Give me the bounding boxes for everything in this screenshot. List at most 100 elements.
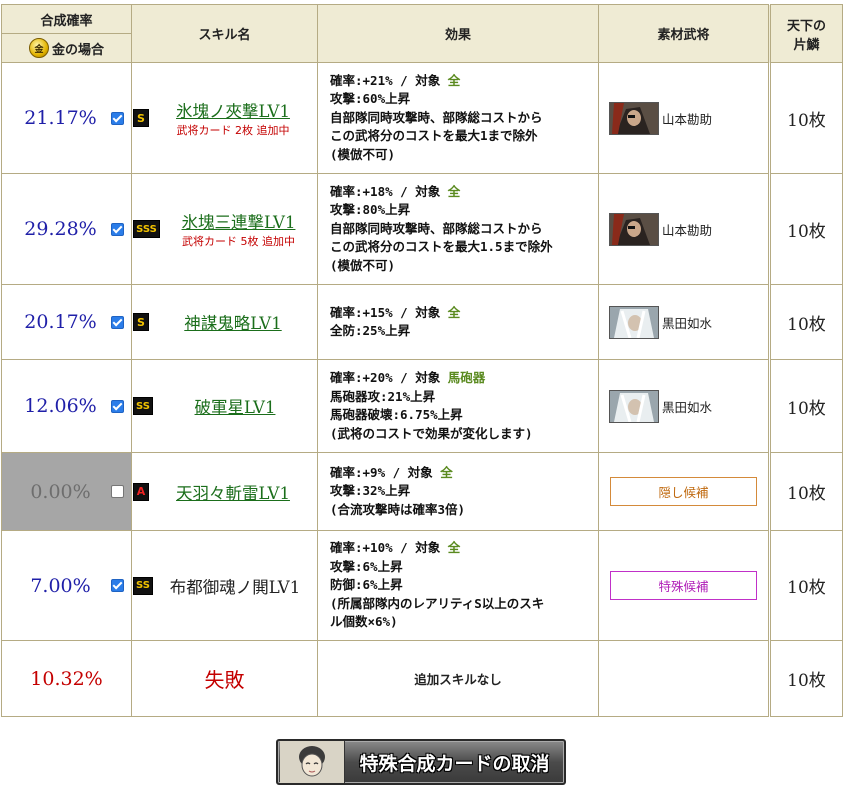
effect-line-rate: 確率:+18% / 対象 全 (330, 183, 598, 202)
effect-rate-text: 確率:+10% / 対象 (330, 540, 448, 556)
skill-checkbox[interactable] (111, 485, 124, 498)
skill-row: 0.00% A 天羽々斬雷LV1 確率:+9% / 対象 全攻撃:32%上昇 (合流攻撃… (1, 452, 843, 531)
material-cell: 山本勘助 (598, 62, 771, 174)
rate-cell: 12.06% (1, 359, 132, 453)
effect-cell: 確率:+9% / 対象 全攻撃:32%上昇 (合流攻撃時は確率3倍) (317, 452, 599, 531)
effect-header: 効果 (317, 4, 599, 63)
gold-case-header: 金 金の場合 (1, 33, 132, 63)
skill-cell: SS 布都御魂ノ閧LV1 (131, 530, 318, 641)
rate-cell: 7.00% (1, 530, 132, 641)
material-cell: 特殊候補 (598, 530, 771, 641)
rank-a-icon: A (133, 482, 149, 501)
scale-count: 10枚 (769, 640, 843, 717)
effect-line: 攻撃:6%上昇 (330, 558, 403, 574)
effect-rate-text: 確率:+15% / 対象 (330, 304, 448, 320)
effect-cell: 確率:+10% / 対象 全攻撃:6%上昇 防御:6%上昇 (所属部隊内のレアリティ… (317, 530, 599, 641)
rank-ss-icon: SS (133, 576, 153, 595)
skill-row: 29.28% SSS 氷塊三連撃LV1 武将カード 5枚 追加中 確率:+18% / 対… (1, 173, 843, 285)
skill-cell: SS 破軍星LV1 (131, 359, 318, 453)
effect-target: 馬砲器 (447, 370, 486, 385)
effect-rate-text: 確率:+18% / 対象 (330, 183, 448, 199)
skill-checkbox[interactable] (111, 222, 124, 236)
effect-cell: 確率:+18% / 対象 全攻撃:80%上昇 自部隊同時攻撃時、部隊総コストからこ… (317, 173, 599, 285)
effect-line-rate: 確率:+10% / 対象 全 (330, 539, 598, 558)
skill-cell: S 神謀鬼略LV1 (131, 284, 318, 360)
material-general-name: 山本勘助 (662, 111, 713, 127)
general-portrait-icon (609, 212, 659, 246)
material-general-name: 黒田如水 (662, 399, 713, 415)
scale-count: 10枚 (769, 62, 843, 174)
effect-target: 全 (447, 540, 461, 556)
general-portrait-icon (609, 305, 659, 339)
effect-rate-text: 確率:+20% / 対象 (330, 370, 448, 385)
skill-cell: A 天羽々斬雷LV1 (131, 452, 318, 531)
no-extra-skill-text: 追加スキルなし (317, 640, 599, 717)
rate-value: 7.00% (30, 574, 91, 597)
skill-checkbox[interactable] (111, 315, 124, 329)
effect-line: (模倣不可) (330, 146, 396, 162)
scale-count: 10枚 (769, 530, 843, 641)
effect-line: 攻撃:80%上昇 (330, 202, 411, 218)
rate-value: 0.00% (30, 480, 91, 503)
material-general-name: 黒田如水 (662, 315, 713, 331)
skill-cell: S 氷塊ノ夾撃LV1 武将カード 2枚 追加中 (131, 62, 318, 174)
skill-name-header: スキル名 (131, 4, 318, 63)
effect-target: 全 (447, 183, 461, 199)
material-cell: 隠し候補 (598, 452, 771, 531)
skill-row: 20.17% S 神謀鬼略LV1 確率:+15% / 対象 全全防:25%上昇 黒田如水… (1, 284, 843, 360)
effect-line: 馬砲器破壊:6.75%上昇 (330, 407, 463, 422)
fail-label: 失敗 (131, 640, 318, 717)
skill-name-link[interactable]: 神謀鬼略LV1 (149, 310, 317, 334)
effect-line: (武将のコストで効果が変化します) (330, 425, 533, 441)
material-general-name: 山本勘助 (662, 222, 713, 238)
rank-sss-icon: SSS (133, 220, 160, 238)
skill-checkbox[interactable] (111, 111, 124, 125)
skill-name-link[interactable]: 氷塊ノ夾撃LV1 (149, 98, 317, 122)
rate-cell: 20.17% (1, 284, 132, 360)
effect-line: ル個数×6%) (330, 614, 398, 630)
skill-name-link[interactable]: 天羽々斬雷LV1 (149, 480, 317, 504)
skill-name-link: 布都御魂ノ閧LV1 (169, 577, 301, 597)
effect-line: (合流攻撃時は確率3倍) (330, 501, 466, 517)
rank-s-icon: S (133, 109, 149, 127)
effect-target: 全 (447, 304, 461, 320)
effect-line: 自部隊同時攻撃時、部隊総コストから (330, 109, 543, 125)
cancel-button-label: 特殊合成カードの取消 (359, 752, 550, 775)
skill-name-link[interactable]: 氷塊三連撃LV1 (160, 209, 317, 233)
skill-row: 21.17% S 氷塊ノ夾撃LV1 武将カード 2枚 追加中 確率:+21% / 対象 … (1, 62, 843, 174)
effect-line-rate: 確率:+9% / 対象 全 (330, 464, 598, 483)
effect-rate-text: 確率:+21% / 対象 (330, 72, 448, 88)
skill-checkbox[interactable] (111, 399, 124, 413)
rate-value: 12.06% (24, 395, 97, 417)
skill-row: 12.06% SS 破軍星LV1 確率:+20% / 対象 馬砲器 馬砲器攻:21%上昇… (1, 359, 843, 453)
rate-cell: 29.28% (1, 173, 132, 285)
material-header: 素材武将 (598, 4, 771, 63)
cancel-special-card-button[interactable]: 特殊合成カードの取消 (276, 739, 566, 785)
skill-name-link[interactable]: 破軍星LV1 (153, 394, 317, 418)
special-candidate-button[interactable]: 特殊候補 (610, 571, 757, 600)
material-cell: 山本勘助 (598, 173, 771, 285)
effect-line-rate: 確率:+20% / 対象 馬砲器 (330, 369, 598, 388)
scale-count: 10枚 (769, 173, 843, 285)
effect-target: 全 (440, 464, 453, 480)
effect-rate-text: 確率:+9% / 対象 (330, 464, 441, 480)
effect-line: 防御:6%上昇 (330, 577, 403, 593)
skill-checkbox[interactable] (111, 579, 124, 592)
rate-value: 29.28% (24, 218, 97, 240)
added-cards-note: 武将カード 5枚 追加中 (182, 235, 295, 248)
general-portrait-icon (609, 389, 659, 423)
effect-line-rate: 確率:+15% / 対象 全 (330, 304, 598, 323)
rank-ss-icon: SS (133, 397, 153, 415)
character-face-icon (280, 741, 345, 783)
effect-line: (模倣不可) (330, 257, 396, 273)
fail-row: 10.32% 失敗 追加スキルなし 10枚 (1, 640, 843, 717)
effect-line: この武将分のコストを最大1まで除外 (330, 128, 538, 144)
hidden-candidate-button[interactable]: 隠し候補 (610, 477, 757, 506)
effect-line: 攻撃:60%上昇 (330, 91, 411, 107)
rate-value: 21.17% (24, 107, 97, 129)
general-portrait-icon (609, 101, 659, 135)
material-cell: 黒田如水 (598, 359, 771, 453)
material-cell: 黒田如水 (598, 284, 771, 360)
fail-rate-value: 10.32% (30, 667, 103, 690)
scale-count: 10枚 (769, 359, 843, 453)
